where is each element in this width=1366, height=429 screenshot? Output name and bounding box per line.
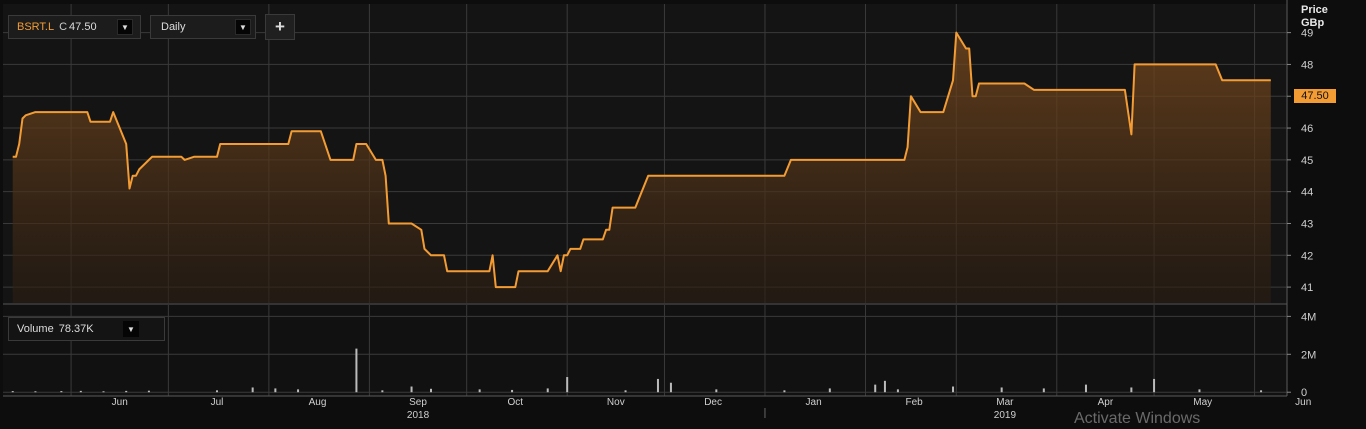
volume-bar <box>381 390 384 393</box>
price-tick-label: 46 <box>1301 123 1313 135</box>
time-tick-label: Jun <box>112 397 128 408</box>
volume-tick-label: 2M <box>1301 349 1316 361</box>
volume-bar <box>1000 387 1003 393</box>
time-year-label: 2018 <box>407 410 430 421</box>
volume-bar <box>297 389 300 393</box>
price-axis-unit: GBp <box>1301 17 1325 29</box>
volume-selector[interactable]: Volume 78.37K ▼ <box>8 317 165 341</box>
volume-bar <box>1084 384 1087 393</box>
time-tick-label: May <box>1193 397 1212 408</box>
volume-bar <box>546 388 549 393</box>
time-tick-label: Jun <box>1295 397 1311 408</box>
volume-bar <box>430 388 432 393</box>
volume-bar <box>952 386 955 393</box>
time-tick-label: Mar <box>996 397 1014 408</box>
volume-bar <box>624 390 627 393</box>
volume-bar <box>1153 378 1156 393</box>
volume-bar <box>216 390 218 393</box>
volume-bar <box>34 391 37 393</box>
volume-bar <box>656 378 659 393</box>
windows-activation-watermark: Activate Windows <box>1074 410 1201 427</box>
volume-bar <box>511 389 514 393</box>
volume-bar <box>251 387 254 393</box>
volume-bar <box>715 389 718 393</box>
chevron-down-icon[interactable]: ▼ <box>117 19 133 35</box>
volume-bar <box>828 388 831 393</box>
time-tick-label: Feb <box>906 397 924 408</box>
volume-bar <box>102 391 105 393</box>
time-tick-label: Oct <box>508 397 524 408</box>
price-tick-label: 43 <box>1301 218 1313 230</box>
time-tick-label: Jan <box>806 397 822 408</box>
volume-bar <box>60 391 63 393</box>
chevron-down-icon[interactable]: ▼ <box>235 19 251 35</box>
symbol-label: BSRT.L <box>17 21 55 33</box>
volume-label: Volume <box>17 323 54 335</box>
time-tick-label: Jul <box>211 397 224 408</box>
volume-bar <box>566 377 569 393</box>
plus-icon: + <box>275 17 285 36</box>
volume-bar <box>11 391 14 393</box>
volume-bar <box>355 348 358 393</box>
chart-svg[interactable]: 41424344454647484902M4MJunJulAugSep2018O… <box>0 0 1366 424</box>
close-label: C <box>59 21 68 33</box>
volume-value: 78.37K <box>58 323 94 335</box>
symbol-selector[interactable]: BSRT.L C 47.50 ▼ <box>8 15 141 39</box>
volume-tick-label: 4M <box>1301 311 1316 323</box>
price-axis-title: Price GBp <box>1301 4 1328 30</box>
volume-bar <box>274 388 277 393</box>
last-price-value: 47.50 <box>1301 90 1329 102</box>
volume-panel-background <box>3 305 1287 396</box>
price-tick-label: 48 <box>1301 59 1313 71</box>
price-tick-label: 45 <box>1301 155 1313 167</box>
interval-label: Daily <box>161 21 186 33</box>
volume-bar <box>783 390 786 393</box>
last-price-tag: 47.50 <box>1294 89 1336 103</box>
volume-bar <box>410 386 413 393</box>
volume-bar <box>1130 387 1133 393</box>
volume-bar <box>79 390 82 393</box>
volume-bar <box>896 389 899 393</box>
volume-bar <box>478 389 481 393</box>
add-indicator-button[interactable]: + <box>265 14 295 40</box>
volume-bar <box>669 382 672 393</box>
time-tick-label: Sep <box>409 397 427 408</box>
time-tick-label: Aug <box>309 397 327 408</box>
price-tick-label: 44 <box>1301 187 1313 199</box>
volume-bar <box>1198 389 1201 393</box>
volume-bar <box>147 390 150 393</box>
close-value: 47.50 <box>69 21 97 33</box>
chart-area[interactable]: 41424344454647484902M4MJunJulAugSep2018O… <box>0 0 1366 424</box>
volume-bar <box>125 390 128 393</box>
time-tick-label: Apr <box>1098 397 1114 408</box>
price-tick-label: 41 <box>1301 282 1313 294</box>
volume-bar <box>874 384 877 393</box>
time-year-label: 2019 <box>994 410 1017 421</box>
price-axis-title-label: Price <box>1301 4 1328 16</box>
volume-bar <box>1260 390 1263 393</box>
time-tick-label: Nov <box>607 397 625 408</box>
volume-bar <box>1042 388 1045 393</box>
time-tick-label: Dec <box>704 397 722 408</box>
chevron-down-icon[interactable]: ▼ <box>123 321 139 337</box>
interval-selector[interactable]: Daily ▼ <box>150 15 256 39</box>
volume-bar <box>883 380 886 393</box>
price-tick-label: 42 <box>1301 250 1313 262</box>
